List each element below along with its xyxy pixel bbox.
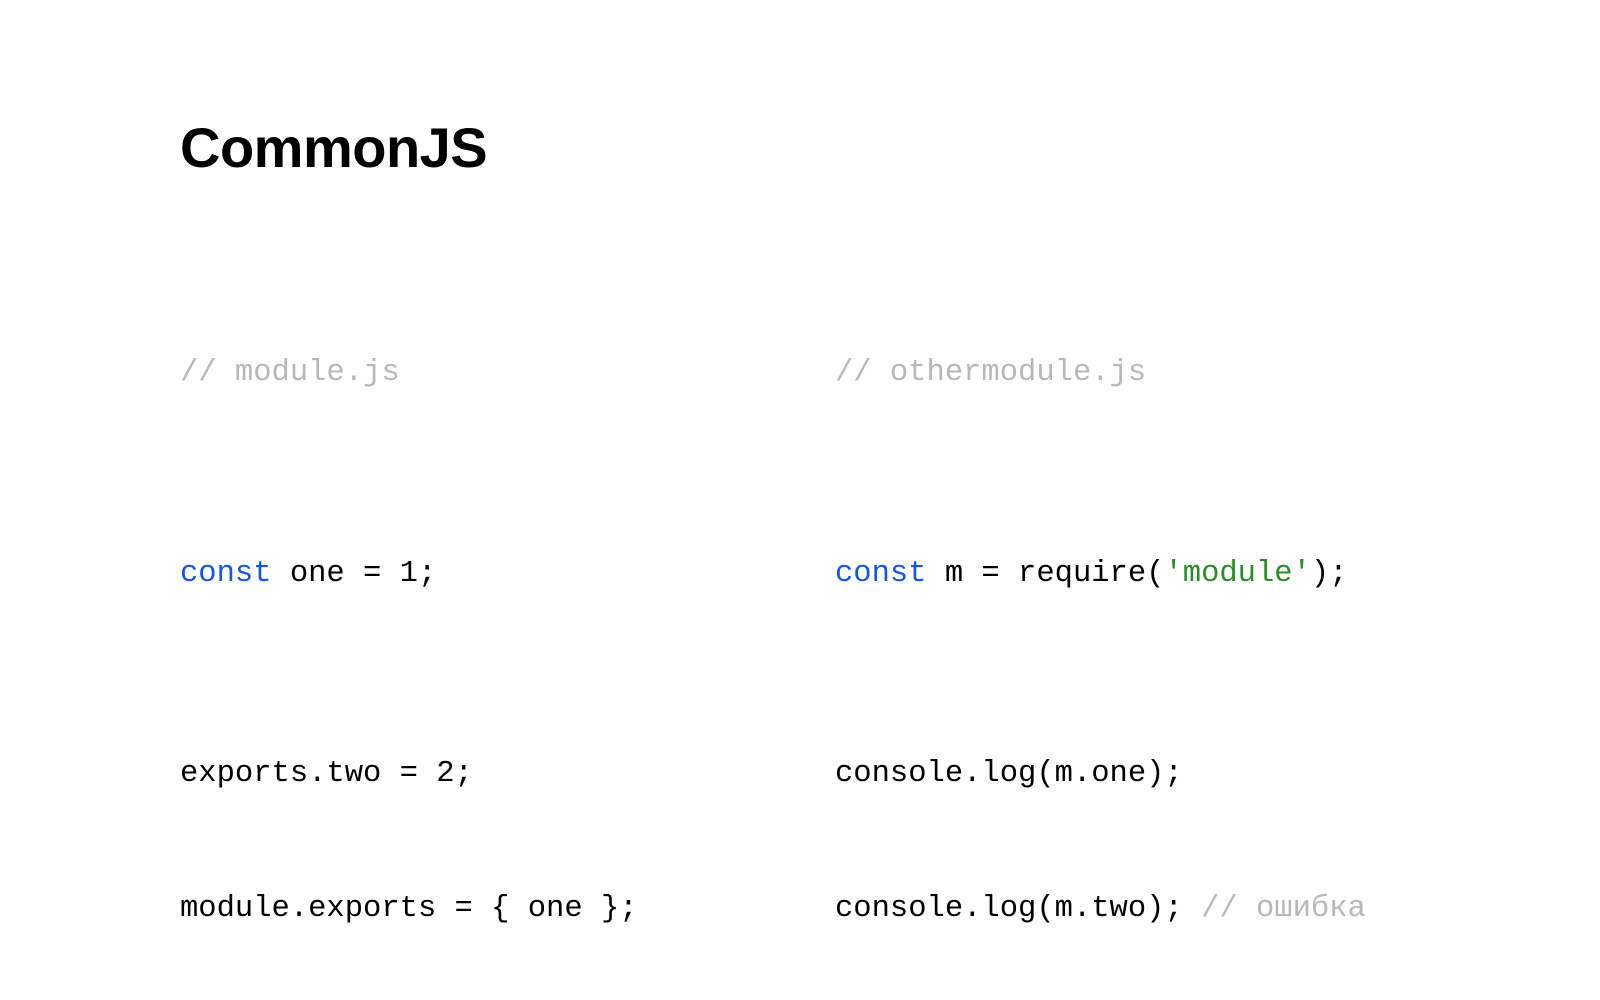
code-text: console.log(m.one); [835, 757, 1183, 791]
code-keyword: const [835, 557, 927, 591]
code-text: exports.two = 2; [180, 757, 473, 791]
code-comment: // othermodule.js [835, 356, 1146, 390]
code-column-right: // othermodule.js const m = require('mod… [835, 290, 1366, 994]
code-line: exports.two = 2; [180, 758, 805, 792]
slide: CommonJS // module.js const one = 1; exp… [0, 0, 1600, 1000]
code-line: console.log(m.two); // ошибка [835, 893, 1366, 927]
code-column-left: // module.js const one = 1; exports.two … [180, 290, 805, 994]
code-text: ); [1311, 557, 1348, 591]
code-text: console.log(m.two); [835, 892, 1201, 926]
code-text: module.exports = { one }; [180, 892, 638, 926]
code-text: m = require( [927, 557, 1165, 591]
slide-title: CommonJS [180, 115, 1420, 180]
code-line: const m = require('module'); [835, 558, 1366, 592]
code-text: one = 1; [272, 557, 437, 591]
code-line: const one = 1; [180, 558, 805, 592]
code-comment-line: // module.js [180, 357, 805, 391]
code-string: 'module' [1164, 557, 1310, 591]
code-line: module.exports = { one }; [180, 893, 805, 927]
code-comment: // ошибка [1201, 892, 1366, 926]
code-columns: // module.js const one = 1; exports.two … [180, 290, 1420, 994]
code-comment-line: // othermodule.js [835, 357, 1366, 391]
code-line: console.log(m.one); [835, 758, 1366, 792]
code-keyword: const [180, 557, 272, 591]
code-comment: // module.js [180, 356, 400, 390]
